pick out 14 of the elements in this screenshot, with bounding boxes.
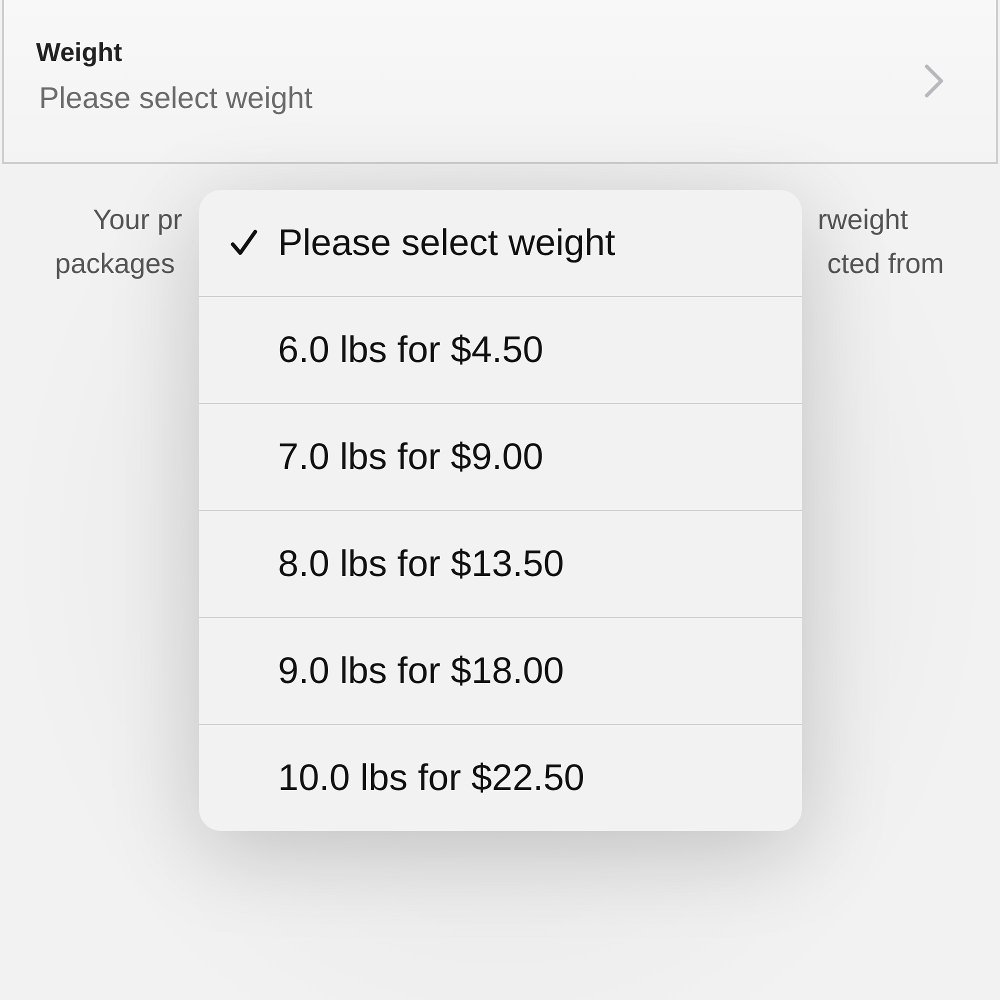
note-text-fragment: packages — [55, 248, 175, 281]
chevron-right-icon — [924, 64, 944, 98]
menu-option[interactable]: 6.0 lbs for $4.50 — [199, 296, 802, 403]
note-text-fragment: Your pr — [93, 204, 182, 237]
note-text-fragment: cted from — [827, 248, 944, 281]
menu-option[interactable]: 8.0 lbs for $13.50 — [199, 510, 802, 617]
note-text-fragment: rweight — [818, 204, 908, 237]
weight-field[interactable]: Weight Please select weight — [2, 0, 998, 164]
menu-option[interactable]: 9.0 lbs for $18.00 — [199, 617, 802, 724]
menu-option[interactable]: 7.0 lbs for $9.00 — [199, 403, 802, 510]
menu-option[interactable]: 10.0 lbs for $22.50 — [199, 724, 802, 831]
menu-option[interactable]: Please select weight — [199, 190, 802, 296]
field-label: Weight — [36, 36, 124, 68]
field-value: Please select weight — [38, 82, 314, 116]
